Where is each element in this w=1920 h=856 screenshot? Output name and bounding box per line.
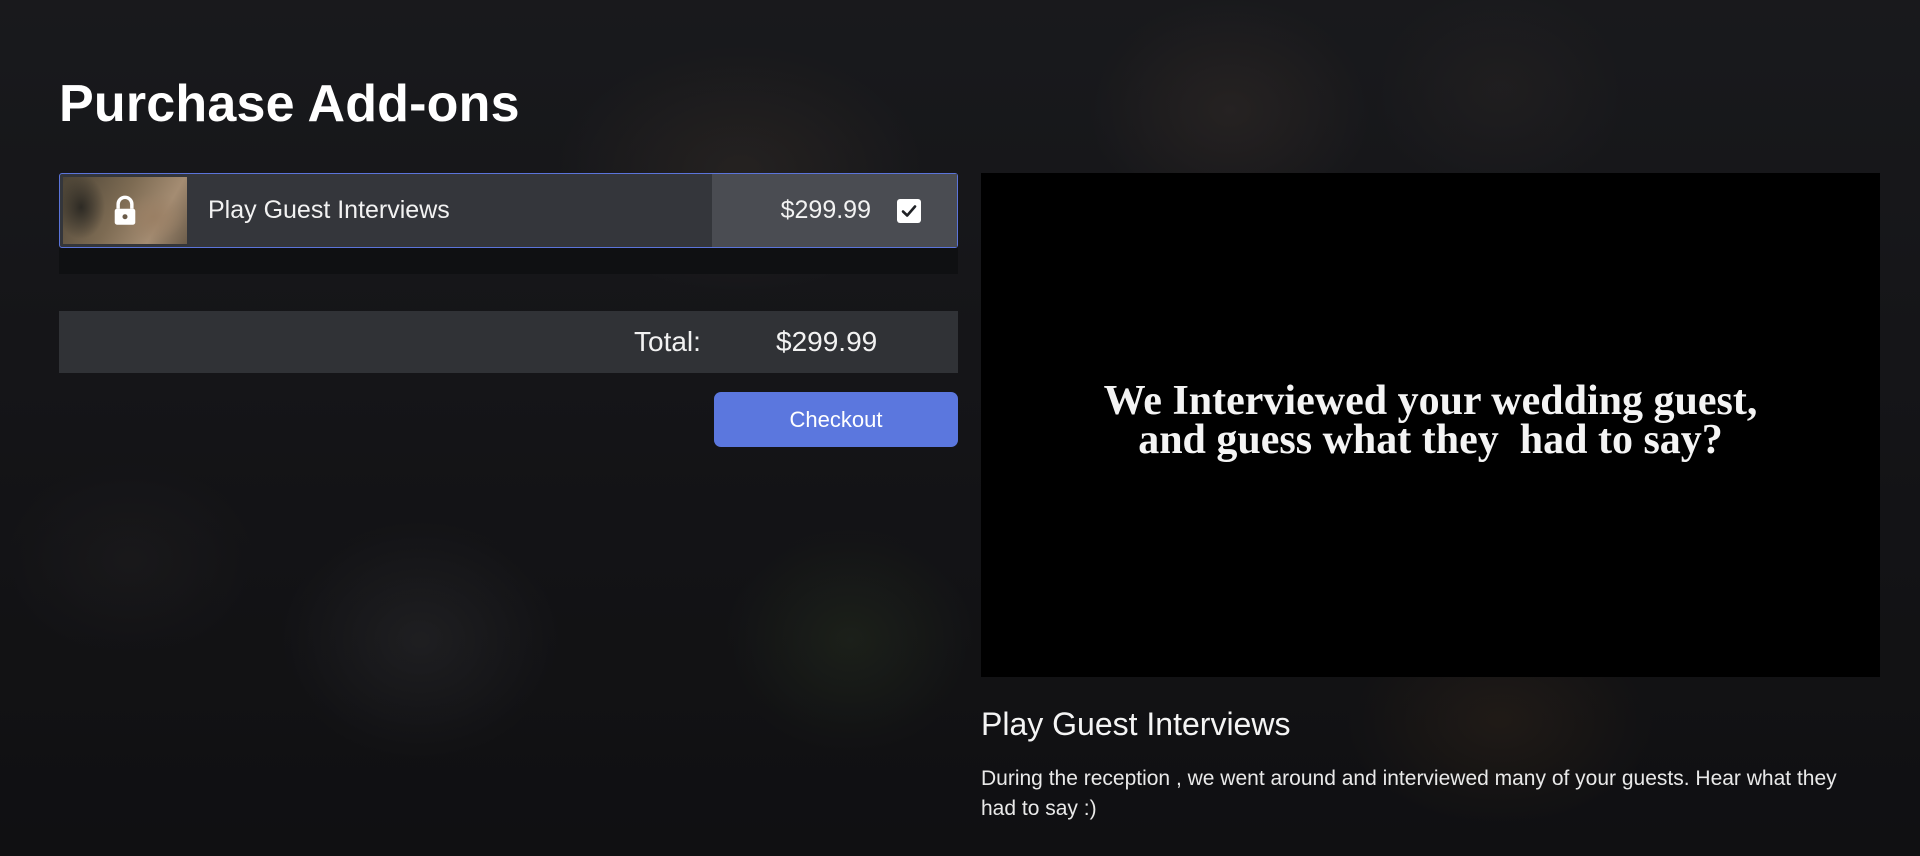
check-icon: [901, 204, 917, 217]
addon-name: Play Guest Interviews: [208, 196, 450, 224]
addon-detail-description: During the reception , we went around an…: [981, 767, 1837, 820]
video-caption-line-2: and guess what they had to say?: [1138, 417, 1723, 463]
page-title: Purchase Add-ons: [59, 75, 520, 133]
video-preview[interactable]: We Interviewed your wedding guest, and g…: [981, 173, 1880, 677]
lock-icon: [114, 195, 136, 225]
addon-thumbnail: [63, 177, 187, 244]
total-bar: Total: $299.99: [59, 311, 958, 373]
addon-list-bottom: [59, 248, 958, 274]
checkout-button[interactable]: Checkout: [714, 392, 958, 447]
video-caption: We Interviewed your wedding guest, and g…: [1081, 380, 1781, 468]
addon-price-cell: $299.99: [712, 174, 957, 247]
addon-detail-title: Play Guest Interviews: [981, 706, 1291, 742]
addon-item[interactable]: Play Guest Interviews $299.99: [59, 173, 958, 248]
addon-price: $299.99: [780, 196, 871, 224]
total-value: $299.99: [776, 326, 878, 357]
purchase-addons-screen: Purchase Add-ons Play Guest Interviews $…: [0, 0, 1920, 856]
total-label: Total:: [634, 326, 701, 357]
addon-select-checkbox[interactable]: [897, 198, 921, 223]
